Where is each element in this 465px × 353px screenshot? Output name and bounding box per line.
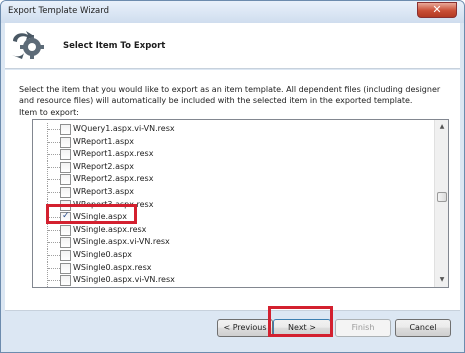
item-checkbox[interactable] [60, 174, 71, 186]
tree-item[interactable]: WReport2.aspx.resx [33, 173, 433, 187]
scroll-thumb[interactable] [437, 192, 447, 202]
tree-item[interactable]: WReport1.aspx [33, 135, 433, 149]
scroll-down-arrow-icon[interactable]: ▼ [435, 273, 448, 287]
tree-item-label: WQuery1.aspx.vi-VN.resx [73, 124, 175, 133]
tree-connector-branch [48, 141, 60, 143]
tree-connector-branch [48, 267, 60, 269]
tree-item[interactable]: WQuery1.aspx.vi-VN.resx [33, 123, 433, 136]
window-title: Export Template Wizard [8, 6, 110, 16]
finish-button: Finish [335, 319, 391, 337]
tree-item-label: WSingle0.aspx.vi-VN.resx [73, 275, 175, 285]
vertical-scrollbar[interactable]: ▲ ▼ [434, 120, 448, 287]
tree-item-label: WReport2.aspx [73, 161, 134, 171]
item-checkbox[interactable] [60, 161, 71, 173]
scroll-up-arrow-icon[interactable]: ▲ [435, 120, 448, 134]
tree-connector-branch [48, 192, 60, 193]
tree-item-label: WSingle.aspx.resx [73, 224, 147, 234]
tree-item-label: WSingle0.aspx [73, 250, 133, 259]
wizard-gear-arrow-icon [12, 31, 44, 59]
page-title: Select Item To Export [63, 41, 166, 51]
title-bar: Export Template Wizard ✕ [1, 1, 464, 23]
item-checkbox[interactable] [60, 237, 71, 249]
tree-item[interactable]: WSingle0.aspx [33, 249, 433, 262]
item-checkbox[interactable] [60, 149, 71, 161]
tree-item[interactable]: WSingle.aspx.resx [33, 223, 433, 237]
item-checkbox[interactable] [60, 187, 71, 198]
next-button-highlight [268, 306, 333, 337]
tree-item-label: WSingle0.aspx.resx [73, 262, 152, 272]
tree-item-label: WSingle.aspx.vi-VN.resx [73, 237, 170, 247]
tree-connector-branch [48, 129, 60, 130]
wizard-footer: < Previous Next > Finish Cancel [5, 310, 460, 350]
tree-connector-branch [48, 255, 60, 256]
tree-item[interactable]: WSingle.aspx.vi-VN.resx [33, 236, 433, 250]
tree-item[interactable]: WReport2.aspx [33, 160, 433, 174]
cancel-button[interactable]: Cancel [395, 319, 451, 337]
tree-item[interactable]: WReport3.aspx [33, 186, 433, 199]
tree-connector-branch [48, 179, 60, 181]
instructions-text: Select the item that you would like to e… [19, 85, 441, 105]
item-checkbox[interactable] [60, 124, 71, 135]
tree-connector-branch [48, 154, 60, 156]
tree-item-label: WReport2.aspx.resx [73, 174, 154, 184]
selected-item-highlight [46, 204, 137, 224]
item-to-export-label: Item to export: [19, 108, 79, 117]
wizard-header: Select Item To Export [5, 23, 460, 69]
item-checkbox[interactable] [60, 224, 71, 236]
item-checkbox[interactable] [60, 136, 71, 148]
tree-item[interactable]: WReport1.aspx.resx [33, 148, 433, 162]
item-checkbox[interactable] [60, 262, 71, 274]
tree-connector-branch [48, 229, 60, 231]
close-icon: ✕ [432, 3, 442, 16]
tree-item[interactable]: WSingle0.aspx.vi-VN.resx [33, 274, 433, 287]
wizard-content: Select the item that you would like to e… [5, 70, 460, 310]
close-button[interactable]: ✕ [417, 2, 457, 18]
tree-item[interactable]: WSingle0.aspx.resx [33, 261, 433, 275]
tree-connector-branch [48, 166, 60, 168]
tree-connector-branch [48, 242, 60, 244]
tree-item-label: WReport1.aspx [73, 136, 134, 146]
tree-connector-branch [48, 280, 60, 282]
export-template-wizard-window: Export Template Wizard ✕ Select Item To … [0, 0, 465, 353]
tree-item-label: WReport3.aspx [73, 187, 134, 196]
item-checkbox[interactable] [60, 250, 71, 261]
tree-item-label: WReport1.aspx.resx [73, 149, 154, 159]
item-checkbox[interactable] [60, 275, 71, 287]
previous-button[interactable]: < Previous [217, 319, 273, 337]
